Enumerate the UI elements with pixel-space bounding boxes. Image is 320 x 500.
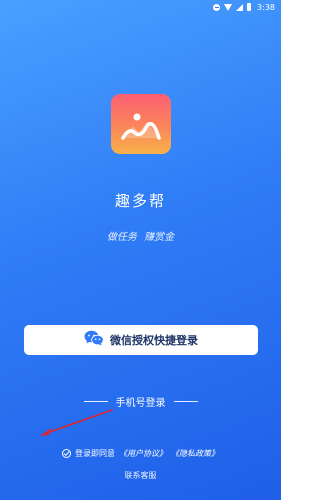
user-agreement-link[interactable]: 《用户协议》 (119, 448, 167, 459)
agreement-checkbox[interactable] (62, 449, 71, 458)
contact-support-link[interactable]: 联系客服 (0, 470, 281, 481)
check-icon (63, 451, 70, 457)
red-arrow-annotation (40, 409, 113, 436)
login-screen: 3:38 趣多帮 做任务 赚赏金 微信授权快捷登录 手机号登录 登录即同意 《用… (0, 0, 281, 500)
privacy-policy-link[interactable]: 《隐私政策》 (171, 448, 219, 459)
agreement-row: 登录即同意 《用户协议》 《隐私政策》 (0, 448, 281, 459)
agreement-prefix: 登录即同意 (75, 449, 115, 458)
